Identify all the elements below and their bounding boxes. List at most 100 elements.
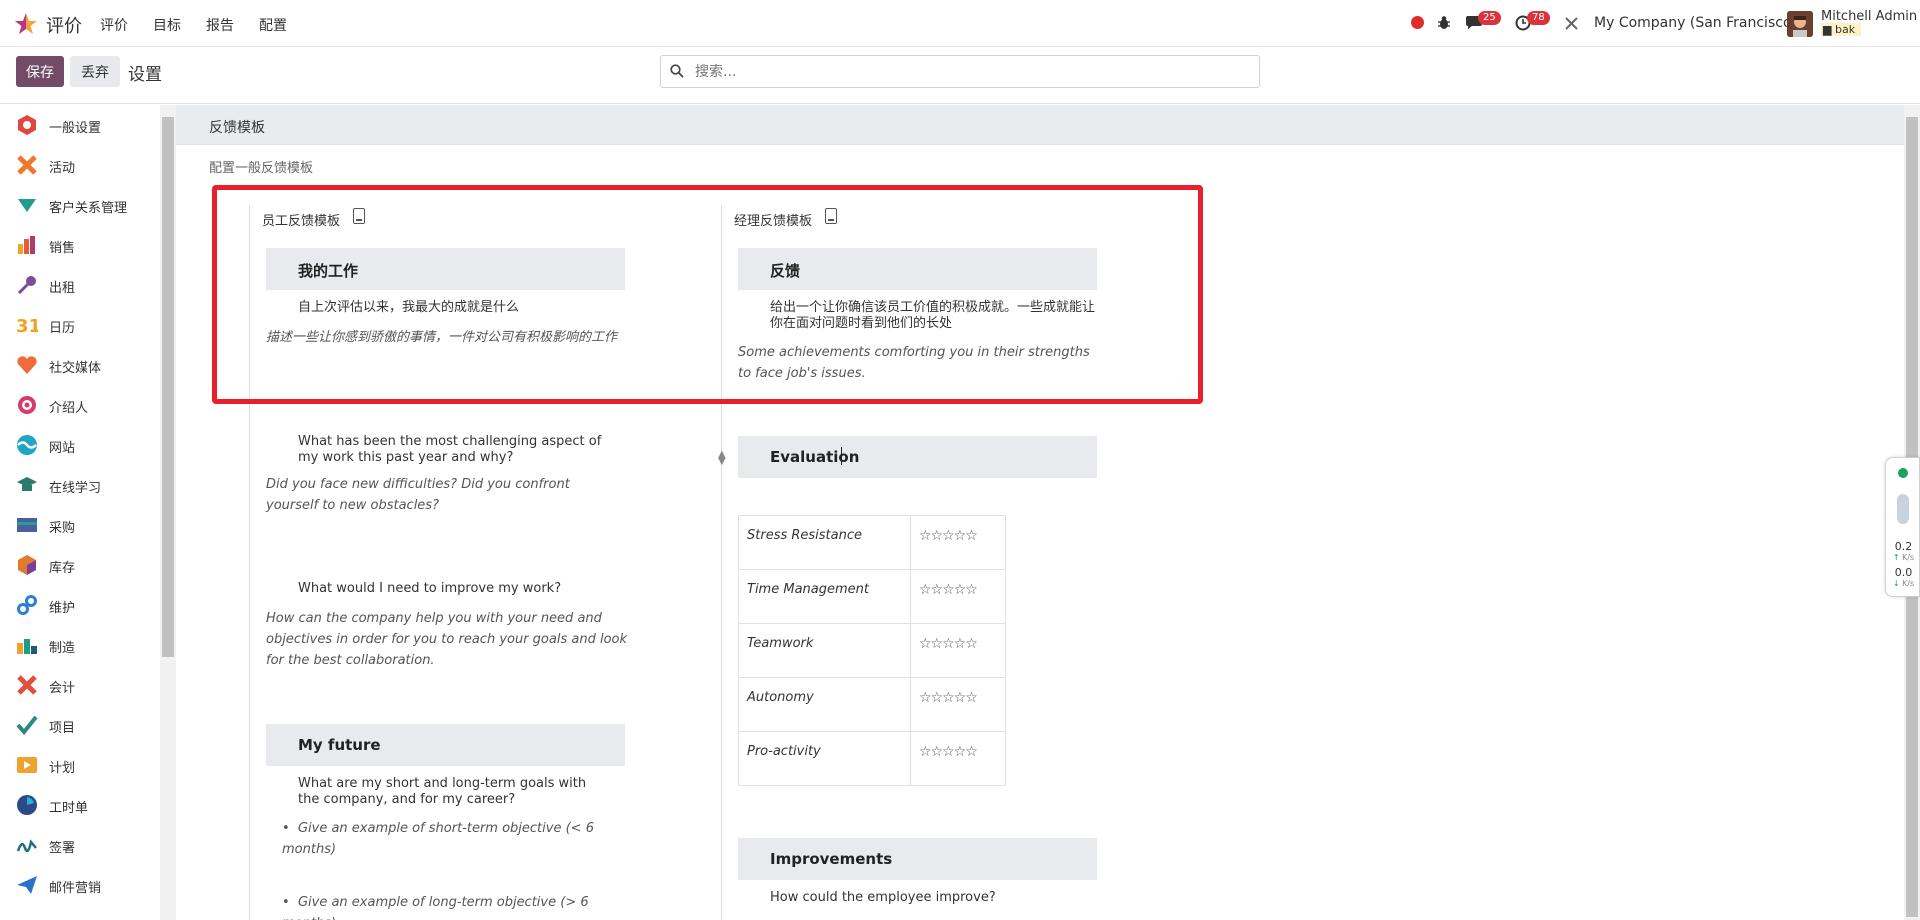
employee-question-2[interactable]: What has been the most challenging aspec… — [298, 434, 608, 466]
save-button[interactable]: 保存 — [16, 56, 64, 87]
timesheet-icon — [17, 795, 37, 815]
evaluation-row: Teamwork ☆☆☆☆☆ — [738, 623, 1006, 678]
highlight-annotation-box — [212, 185, 1203, 404]
employee-hint-2[interactable]: Did you face new difficulties? Did you c… — [266, 474, 626, 516]
employee-bullet-1[interactable]: • Give an example of short-term objectiv… — [282, 818, 642, 860]
sidebar-item-label: 活动 — [49, 161, 76, 176]
database-icon: ▆ — [1823, 23, 1835, 36]
download-unit: ↓ K/s — [1886, 579, 1920, 588]
crm-icon — [18, 199, 36, 212]
star-rating[interactable]: ☆☆☆☆☆ — [910, 677, 1006, 732]
evaluation-criterion: Time Management — [738, 569, 911, 624]
star-rating[interactable]: ☆☆☆☆☆ — [910, 623, 1006, 678]
control-panel: 保存 丢弃 设置 — [0, 48, 1920, 104]
sidebar-item-rental[interactable]: 出租 — [0, 265, 160, 305]
sidebar-item-purchase[interactable]: 采购 — [0, 505, 160, 545]
sidebar-item-label: 网站 — [49, 441, 76, 456]
sidebar-item-manufacturing[interactable]: 制造 — [0, 625, 160, 665]
sidebar-item-inventory[interactable]: 库存 — [0, 545, 160, 585]
employee-bullet-1-text: Give an example of short-term objective … — [282, 821, 594, 857]
messages-button[interactable]: 25 — [1466, 11, 1501, 34]
manager-bar-evaluation[interactable]: Evaluation — [738, 436, 1097, 478]
sidebar-item-settings[interactable]: 一般设置 — [0, 105, 160, 145]
menu-appraisal[interactable]: 评价 — [100, 15, 128, 35]
employee-hint-3[interactable]: How can the company help you with your n… — [266, 608, 631, 671]
events-icon — [17, 155, 37, 175]
app-name[interactable]: 评价 — [46, 12, 82, 38]
sidebar-item-website[interactable]: 网站 — [0, 425, 160, 465]
sidebar-item-events[interactable]: 活动 — [0, 145, 160, 185]
user-name[interactable]: Mitchell Admin — [1821, 9, 1917, 24]
employee-bullet-2-text: Give an example of long-term objective (… — [282, 895, 589, 920]
messages-badge: 25 — [1478, 11, 1501, 25]
download-speed: 0.0 — [1894, 566, 1913, 579]
sidebar-scrollbar[interactable] — [160, 105, 176, 920]
upload-arrow-icon: ↑ — [1892, 553, 1900, 562]
search-box[interactable] — [660, 55, 1260, 88]
svg-text:31: 31 — [16, 316, 38, 336]
sidebar-item-crm[interactable]: 客户关系管理 — [0, 185, 160, 225]
sidebar-item-sign[interactable]: 签署 — [0, 825, 160, 865]
activities-button[interactable]: 78 — [1515, 11, 1550, 35]
evaluation-criterion: Pro-activity — [738, 731, 911, 786]
employee-bar-my-future[interactable]: My future — [266, 724, 625, 766]
sidebar-item-label: 会计 — [49, 681, 76, 696]
database-name: bak — [1834, 23, 1856, 36]
employee-bar-my-future-label: My future — [298, 736, 381, 754]
sidebar-item-project[interactable]: 项目 — [0, 705, 160, 745]
menu-reporting[interactable]: 报告 — [206, 15, 234, 35]
manager-bar-evaluation-label: Evaluation — [770, 448, 860, 466]
sidebar-item-maintenance[interactable]: 维护 — [0, 585, 160, 625]
sidebar-item-label: 邮件营销 — [49, 881, 102, 896]
employee-question-3[interactable]: What would I need to improve my work? — [298, 581, 618, 597]
sidebar-item-elearning[interactable]: 在线学习 — [0, 465, 160, 505]
manager-bar-improvements[interactable]: Improvements — [738, 838, 1097, 880]
discard-button[interactable]: 丢弃 — [70, 56, 120, 87]
network-speed-widget[interactable]: 0.2 ↑ K/s 0.0 ↓ K/s — [1885, 457, 1920, 597]
star-rating[interactable]: ☆☆☆☆☆ — [910, 515, 1006, 570]
calendar-icon: 31 — [16, 316, 38, 336]
tools-icon[interactable] — [1564, 16, 1579, 31]
evaluation-row: Stress Resistance ☆☆☆☆☆ — [738, 515, 1006, 570]
planning-icon — [17, 757, 37, 773]
sidebar-item-label: 在线学习 — [49, 481, 102, 496]
sidebar-item-planning[interactable]: 计划 — [0, 745, 160, 785]
evaluation-criterion: Teamwork — [738, 623, 911, 678]
sidebar-item-timesheet[interactable]: 工时单 — [0, 785, 160, 825]
star-rating[interactable]: ☆☆☆☆☆ — [910, 569, 1006, 624]
menu-configuration[interactable]: 配置 — [259, 15, 287, 35]
database-badge: ▆ bak — [1821, 23, 1862, 36]
main-menu: 评价 目标 报告 配置 — [100, 15, 312, 35]
manager-bar-improvements-label: Improvements — [770, 850, 893, 868]
sidebar-item-email-marketing[interactable]: 邮件营销 — [0, 865, 160, 905]
sidebar-item-sales[interactable]: 销售 — [0, 225, 160, 265]
evaluation-row: Autonomy ☆☆☆☆☆ — [738, 677, 1006, 732]
sidebar-scrollbar-thumb[interactable] — [162, 117, 174, 657]
sidebar-item-label: 计划 — [49, 761, 76, 776]
debug-bug-icon[interactable] — [1437, 15, 1451, 30]
column-resize-handle[interactable]: ▲ ▼ — [718, 450, 726, 467]
upload-speed: 0.2 — [1894, 540, 1913, 553]
menu-goals[interactable]: 目标 — [153, 15, 181, 35]
employee-question-4[interactable]: What are my short and long-term goals wi… — [298, 776, 608, 808]
evaluation-row: Pro-activity ☆☆☆☆☆ — [738, 731, 1006, 786]
sidebar-item-label: 采购 — [49, 521, 76, 536]
sidebar-item-referral[interactable]: 介绍人 — [0, 385, 160, 425]
project-icon — [16, 715, 38, 736]
recording-dot-icon[interactable] — [1411, 16, 1424, 29]
user-avatar[interactable] — [1787, 11, 1813, 37]
star-rating[interactable]: ☆☆☆☆☆ — [910, 731, 1006, 786]
referral-icon — [18, 396, 36, 414]
website-icon — [17, 435, 37, 455]
employee-bullet-2[interactable]: • Give an example of long-term objective… — [282, 892, 642, 920]
evaluation-row: Time Management ☆☆☆☆☆ — [738, 569, 1006, 624]
sidebar-item-social[interactable]: 社交媒体 — [0, 345, 160, 385]
sidebar-item-calendar[interactable]: 31 日历 — [0, 305, 160, 345]
evaluation-table: Stress Resistance ☆☆☆☆☆ Time Management ☆☆☆… — [738, 515, 1006, 786]
sidebar-item-accounting[interactable]: 会计 — [0, 665, 160, 705]
sidebar-item-label: 项目 — [49, 721, 76, 736]
appraisal-star-icon[interactable] — [14, 12, 38, 36]
company-switcher[interactable]: My Company (San Francisco) — [1594, 15, 1797, 31]
search-input[interactable] — [693, 62, 1233, 82]
manager-question-2[interactable]: How could the employee improve? — [770, 890, 1090, 906]
